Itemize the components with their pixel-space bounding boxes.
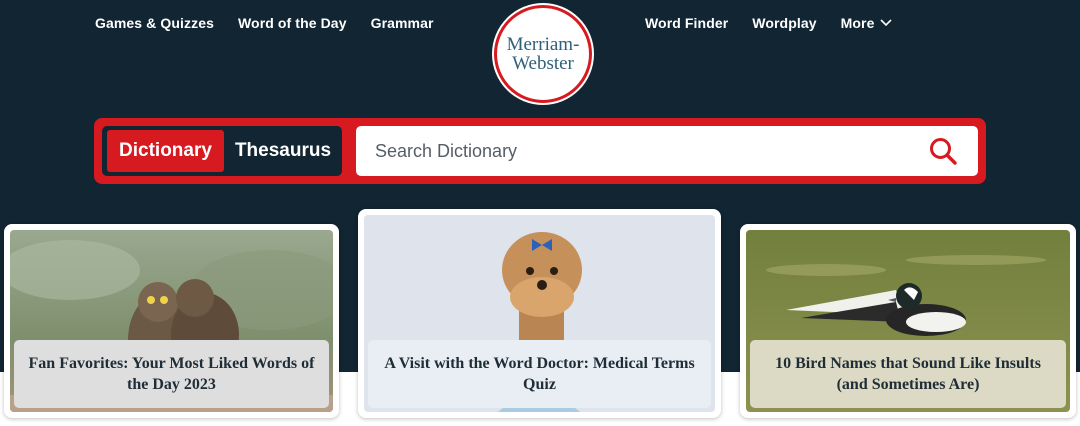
- search-mode-toggle: Dictionary Thesaurus: [102, 126, 342, 176]
- chevron-down-icon: [880, 19, 893, 27]
- search-bar: Dictionary Thesaurus: [94, 118, 986, 184]
- tab-dictionary[interactable]: Dictionary: [107, 130, 224, 172]
- nav-more-label: More: [840, 15, 875, 31]
- search-input[interactable]: [356, 126, 916, 176]
- nav-word-finder[interactable]: Word Finder: [645, 15, 728, 31]
- nav-grammar[interactable]: Grammar: [371, 15, 434, 31]
- logo-text-line1: Merriam-: [506, 34, 580, 55]
- card-caption: A Visit with the Word Doctor: Medical Te…: [368, 340, 711, 408]
- tab-thesaurus[interactable]: Thesaurus: [224, 130, 342, 172]
- search-icon[interactable]: [928, 136, 958, 166]
- article-card-fan-favorites[interactable]: Fan Favorites: Your Most Liked Words of …: [4, 224, 339, 418]
- nav-word-of-the-day[interactable]: Word of the Day: [238, 15, 347, 31]
- article-card-word-doctor-quiz[interactable]: A Visit with the Word Doctor: Medical Te…: [358, 209, 721, 418]
- nav-games-quizzes[interactable]: Games & Quizzes: [95, 15, 214, 31]
- search-field-container: [356, 126, 978, 176]
- card-caption: Fan Favorites: Your Most Liked Words of …: [14, 340, 329, 408]
- primary-nav-left: Games & Quizzes Word of the Day Grammar: [95, 15, 434, 31]
- logo-text-line2: Webster: [512, 53, 574, 74]
- merriam-webster-logo[interactable]: Merriam- Webster: [494, 5, 592, 103]
- nav-wordplay[interactable]: Wordplay: [752, 15, 816, 31]
- article-card-bird-names[interactable]: 10 Bird Names that Sound Like Insults (a…: [740, 224, 1076, 418]
- card-caption: 10 Bird Names that Sound Like Insults (a…: [750, 340, 1066, 408]
- nav-more-dropdown[interactable]: More: [841, 15, 893, 31]
- primary-nav-right: Word Finder Wordplay More: [645, 15, 893, 31]
